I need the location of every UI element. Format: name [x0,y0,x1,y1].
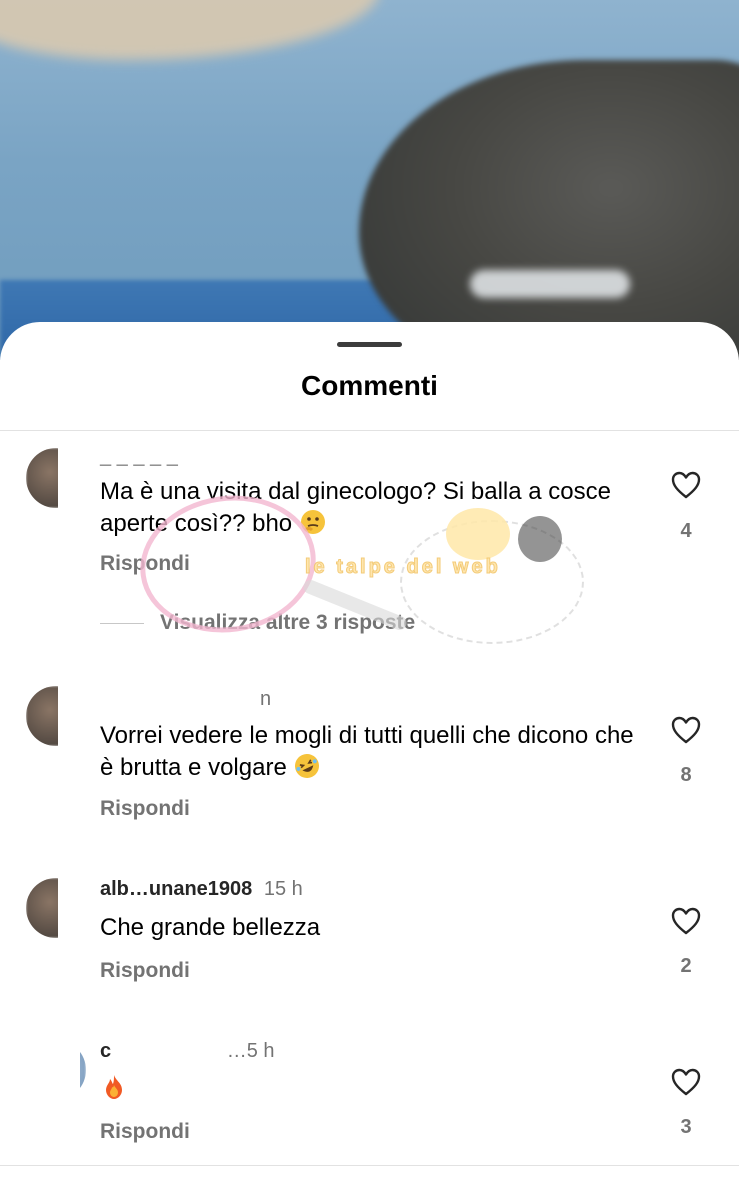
view-more-replies-label[interactable]: Visualizza altre 3 risposte [160,611,415,635]
comment-time: …5 h [226,1040,275,1062]
reply-button[interactable]: Rispondi [100,552,190,576]
comment-text: Vorrei vedere le mogli di tutti quelli c… [100,722,634,781]
username-text[interactable]: c [100,1040,111,1062]
comment-time: n [260,688,272,710]
sheet-drag-handle[interactable] [337,342,402,347]
comment-username[interactable]: alb…unane1908 15 h [100,878,303,901]
rock-cliff [359,60,739,360]
bottom-divider [0,1165,739,1166]
redaction [100,440,290,462]
view-more-replies[interactable]: Visualizza altre 3 risposte [100,611,415,635]
heart-outline-icon[interactable] [670,1067,702,1097]
avatar-mask [58,680,100,754]
rofl-face-icon [295,754,320,778]
avatar-mask [58,434,100,508]
replies-line [100,622,144,624]
like-count: 8 [680,764,692,786]
comment-text: Ma è una visita dal ginecologo? Si balla… [100,478,611,537]
heart-outline-icon[interactable] [670,715,702,745]
fire-icon [106,1075,122,1099]
boat [470,270,630,298]
comment-time: 15 h [263,878,303,900]
username-text[interactable]: alb…unane1908 [100,878,252,900]
sheet-title: Commenti [301,370,438,401]
header-divider [0,430,739,431]
heart-outline-icon[interactable] [670,470,702,500]
reply-button[interactable]: Rispondi [100,959,190,983]
like-count: 4 [680,520,692,542]
umbrella-shade [0,0,380,60]
background-photo [0,0,739,360]
comment-text [100,1072,645,1104]
reply-button[interactable]: Rispondi [100,1120,190,1144]
comment-text: Che grande bellezza [100,914,321,941]
comment-username[interactable]: c …5 h [100,1040,275,1063]
like-count: 2 [680,955,692,977]
comment-username[interactable]: n [100,688,271,711]
like-count: 3 [680,1116,692,1138]
reply-button[interactable]: Rispondi [100,797,190,821]
avatar-mask [58,870,100,944]
thinking-face-icon [300,510,325,534]
avatar-mask [20,1032,80,1106]
heart-outline-icon[interactable] [670,906,702,936]
